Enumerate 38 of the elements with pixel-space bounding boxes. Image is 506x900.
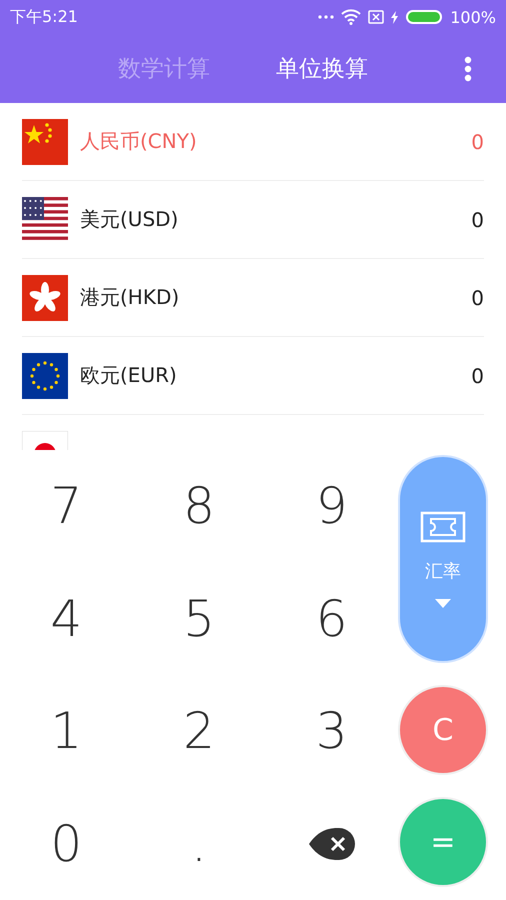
currency-name: 港元(HKD) [80, 284, 180, 311]
currency-row[interactable]: 欧元(EUR) 0 [22, 337, 484, 415]
keypad-key[interactable]: 0 [0, 788, 133, 900]
currency-row[interactable]: 港元(HKD) 0 [22, 259, 484, 337]
sim-icon [368, 10, 384, 24]
currency-amount: 0 [471, 286, 484, 310]
keypad-key[interactable]: 8 [132, 450, 266, 562]
keypad-key[interactable]: 5 [132, 562, 266, 675]
status-time: 下午5:21 [10, 6, 78, 28]
backspace-icon [306, 826, 357, 861]
currency-name: 人民币(CNY) [80, 128, 198, 155]
wifi-icon [341, 9, 362, 25]
currency-amount: 0 [471, 130, 484, 154]
dots-icon [318, 15, 334, 19]
keypad-key[interactable]: 9 [265, 450, 398, 562]
us-flag-icon [22, 196, 68, 242]
currency-amount: 0 [471, 364, 484, 388]
currency-name: 欧元(EUR) [80, 362, 178, 389]
ticket-icon [420, 510, 466, 542]
keypad-key[interactable]: 4 [0, 562, 133, 675]
eu-flag-icon [22, 352, 68, 398]
keypad-key[interactable]: 3 [265, 675, 398, 788]
more-menu-icon[interactable] [464, 56, 472, 82]
cn-flag-icon [22, 118, 68, 164]
keypad-key[interactable]: 7 [0, 450, 133, 562]
mode-tab[interactable]: 单位换算 [272, 49, 372, 88]
currency-amount: 0 [471, 208, 484, 232]
caret-icon [435, 598, 451, 608]
keypad-key[interactable]: 2 [132, 675, 266, 788]
charging-icon [391, 10, 398, 24]
currency-row[interactable]: 美元(USD) 0 [22, 181, 484, 259]
currency-name: 美元(USD) [80, 206, 180, 233]
battery-percent: 100% [450, 8, 496, 26]
keypad-key[interactable]: . [132, 788, 266, 900]
keypad-key[interactable]: 1 [0, 675, 133, 788]
keypad-key[interactable]: 6 [265, 562, 398, 675]
battery-icon [405, 9, 444, 25]
hk-flag-icon [22, 274, 68, 320]
